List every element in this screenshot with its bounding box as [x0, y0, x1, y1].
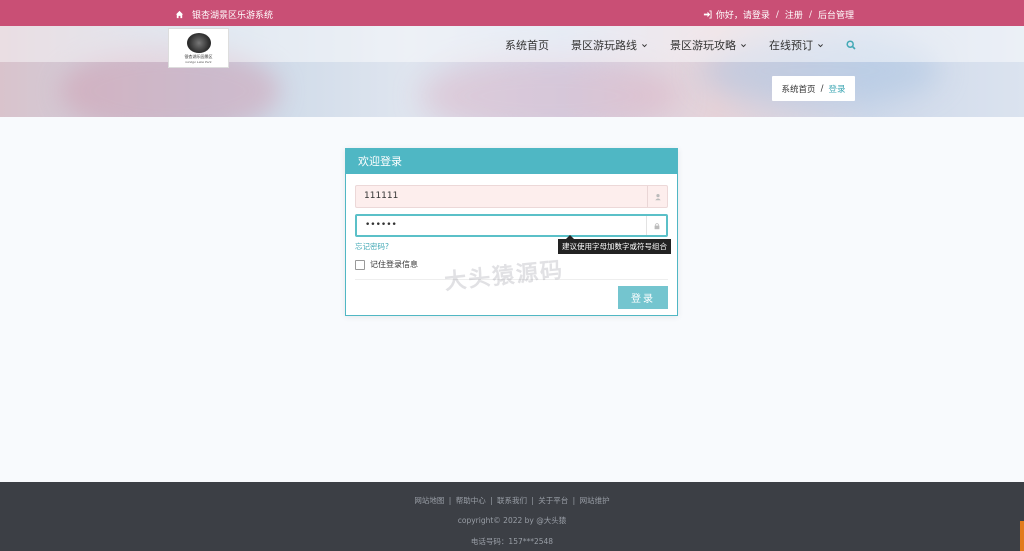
login-panel: 欢迎登录 111111 •••••• 忘记密码? 建议使用字母加数字或符号组合 … [345, 148, 678, 316]
footer-links: 网站地图 | 帮助中心 | 联系我们 | 关于平台 | 网站维护 [414, 496, 610, 505]
home-icon [175, 10, 184, 19]
site-title: 银杏湖景区乐游系统 [192, 11, 274, 21]
breadcrumb-separator: / [820, 83, 824, 94]
site-logo[interactable]: 银杏湖乐园景区 Ginkgo Lake Park [168, 28, 229, 68]
nav-item-home[interactable]: 系统首页 [505, 37, 549, 53]
footer-link-about[interactable]: 关于平台 [538, 496, 568, 505]
breadcrumb-current: 登录 [828, 84, 846, 95]
site-home-link[interactable]: 银杏湖景区乐游系统 [175, 8, 273, 21]
lock-icon [646, 216, 666, 235]
scroll-indicator[interactable] [1020, 521, 1024, 551]
search-icon [846, 40, 856, 50]
chevron-down-icon [818, 43, 823, 47]
footer-link-help[interactable]: 帮助中心 [456, 496, 486, 505]
footer-copyright: copyright© 2022 by @大头猿 [457, 516, 567, 525]
nav-item-label: 景区游玩路线 [571, 39, 637, 52]
footer-phone: 电话号码：157***2548 [470, 537, 554, 546]
nav-item-guides[interactable]: 景区游玩攻略 [670, 37, 747, 53]
remember-checkbox[interactable] [355, 259, 365, 270]
chevron-down-icon [741, 43, 746, 47]
login-link[interactable]: 你好，请登录 [716, 8, 770, 21]
user-links: 你好，请登录 / 注册 / 后台管理 [703, 8, 854, 21]
nav-item-booking[interactable]: 在线预订 [769, 37, 824, 53]
nav-item-label: 景区游玩攻略 [670, 39, 736, 52]
top-bar: 银杏湖景区乐游系统 你好，请登录 / 注册 / 后台管理 [0, 0, 1024, 26]
password-value: •••••• [365, 220, 397, 230]
remember-me[interactable]: 记住登录信息 [355, 259, 418, 270]
username-value: 111111 [364, 191, 399, 201]
main-nav: 系统首页 景区游玩路线 景区游玩攻略 在线预订 [505, 37, 856, 53]
search-button[interactable] [846, 40, 856, 50]
login-title: 欢迎登录 [346, 149, 677, 174]
separator: / [775, 9, 779, 20]
forgot-password-link[interactable]: 忘记密码? [355, 241, 389, 252]
logo-emblem-icon [186, 32, 211, 53]
logo-subtitle: Ginkgo Lake Park [185, 59, 212, 64]
password-field[interactable]: •••••• [355, 214, 668, 237]
breadcrumb: 系统首页 / 登录 [772, 76, 855, 101]
footer-link-maintenance[interactable]: 网站维护 [580, 496, 610, 505]
breadcrumb-home[interactable]: 系统首页 [782, 83, 816, 95]
footer-link-contact[interactable]: 联系我们 [497, 496, 527, 505]
separator: / [808, 9, 812, 20]
login-button[interactable]: 登录 [618, 286, 668, 309]
sign-in-icon [703, 10, 712, 19]
user-icon [647, 186, 667, 207]
footer-link-sitemap[interactable]: 网站地图 [414, 496, 444, 505]
remember-label: 记住登录信息 [370, 260, 418, 269]
admin-link[interactable]: 后台管理 [818, 8, 854, 21]
nav-item-routes[interactable]: 景区游玩路线 [571, 37, 648, 53]
password-tooltip: 建议使用字母加数字或符号组合 [558, 235, 671, 254]
username-field[interactable]: 111111 [355, 185, 668, 208]
register-link[interactable]: 注册 [785, 8, 803, 21]
nav-item-label: 在线预订 [769, 39, 813, 52]
footer: 网站地图 | 帮助中心 | 联系我们 | 关于平台 | 网站维护 copyrig… [0, 482, 1024, 551]
chevron-down-icon [642, 43, 647, 47]
nav-item-label: 系统首页 [505, 39, 549, 52]
